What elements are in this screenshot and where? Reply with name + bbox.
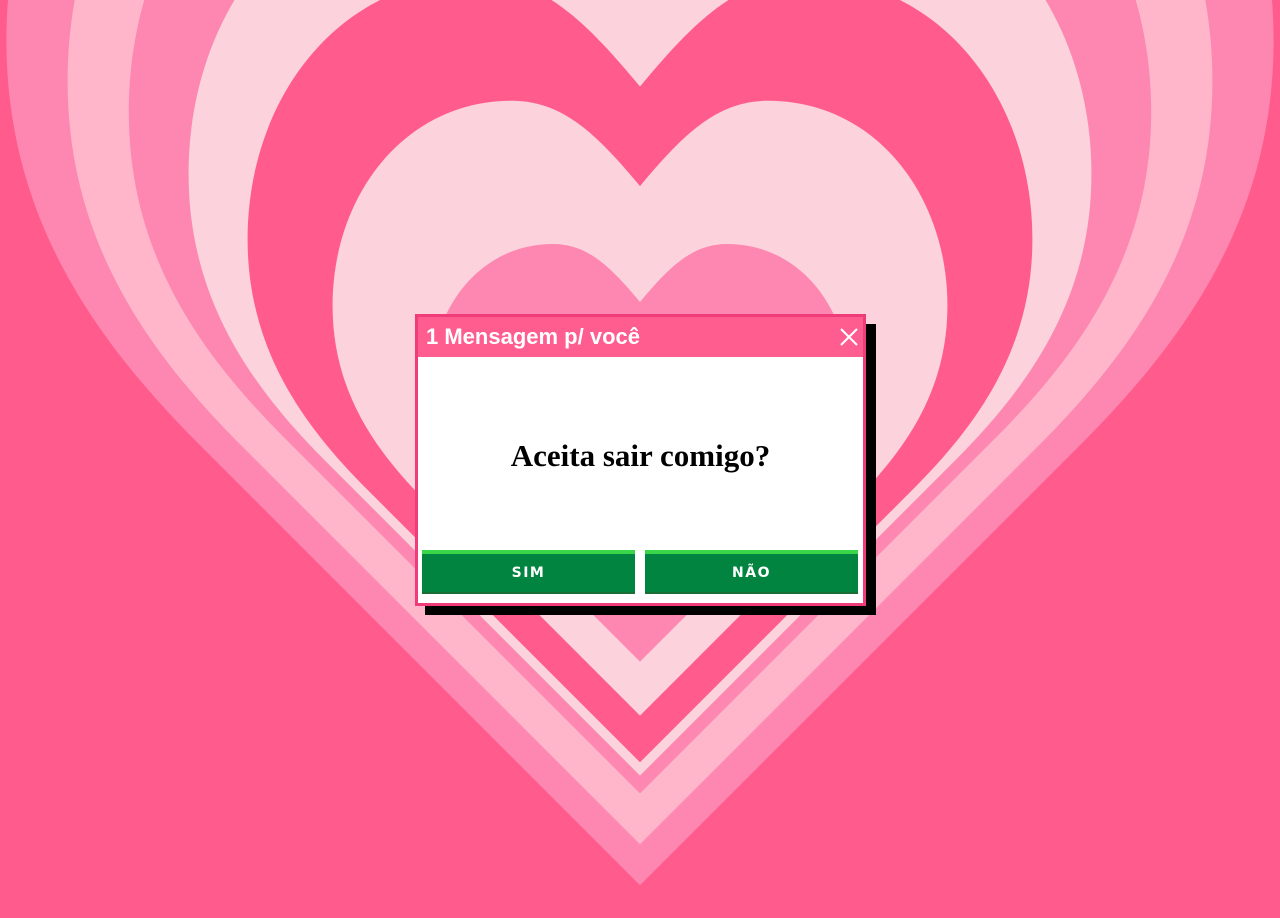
dialog-message: Aceita sair comigo? (510, 438, 771, 473)
yes-button[interactable]: SIM (422, 550, 635, 594)
dialog-titlebar: 1 Mensagem p/ você (418, 317, 863, 357)
no-button[interactable]: NÃO (645, 550, 858, 594)
message-dialog: 1 Mensagem p/ você Aceita sair comigo? S… (415, 314, 866, 606)
dialog-body: Aceita sair comigo? (418, 357, 863, 549)
close-icon[interactable] (838, 326, 860, 348)
dialog-title: 1 Mensagem p/ você (426, 324, 640, 349)
